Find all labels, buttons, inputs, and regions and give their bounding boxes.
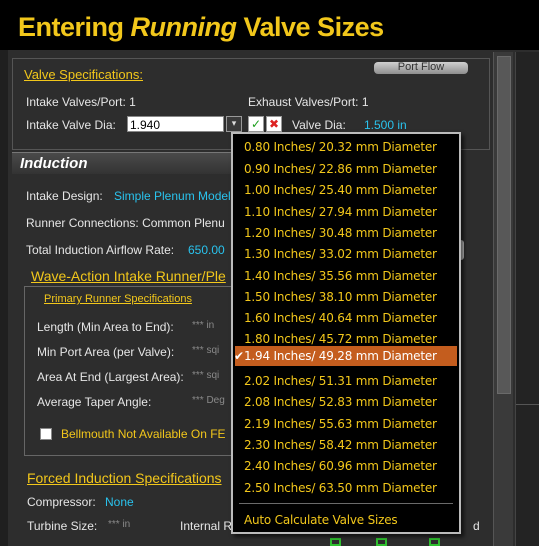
menu-item[interactable]: 1.10 Inches/ 27.94 mm Diameter [244,205,437,219]
internal-label: Internal R [180,519,233,533]
menu-item[interactable]: 2.08 Inches/ 52.83 mm Diameter [244,395,437,409]
forced-induction-header: Forced Induction Specifications [27,470,222,486]
intake-valve-dia-label: Intake Valve Dia: [26,118,116,132]
area-at-end-value: *** sqi [192,370,220,381]
checkmark-icon: ✔ [234,349,245,363]
panel-divider [516,404,539,405]
banner-suffix: Valve Sizes [236,12,384,42]
intake-valve-dia-input[interactable]: 1.940 [127,116,224,132]
turbine-size-label: Turbine Size: [27,519,98,533]
menu-item[interactable]: 2.30 Inches/ 58.42 mm Diameter [244,438,437,452]
bellmouth-label: Bellmouth Not Available On FE [61,427,226,441]
primary-runner-header: Primary Runner Specifications [44,293,192,305]
status-indicator [429,538,440,546]
exhaust-valves-port: Exhaust Valves/Port: 1 [248,95,369,109]
menu-item[interactable]: 0.80 Inches/ 20.32 mm Diameter [244,140,437,154]
menu-item[interactable]: 1.80 Inches/ 45.72 mm Diameter [244,332,437,346]
induction-section-title: Induction [12,152,264,174]
bellmouth-checkbox[interactable] [40,428,52,440]
intake-valves-port: Intake Valves/Port: 1 [26,95,136,109]
turbine-size-value: *** in [108,519,131,530]
total-airflow-label: Total Induction Airflow Rate: [26,243,175,257]
dropdown-button[interactable]: ▾ [226,116,242,132]
banner-italic: Running [130,12,237,42]
taper-angle-value: *** Deg [192,395,225,406]
menu-item-selected[interactable]: 1.94 Inches/ 49.28 mm Diameter [244,349,437,363]
runner-length-value: *** in [192,320,215,331]
menu-item[interactable]: 1.50 Inches/ 38.10 mm Diameter [244,290,437,304]
close-icon: ✖ [268,117,280,131]
banner-prefix: Entering [18,12,131,42]
intake-design-value[interactable]: Simple Plenum Model [114,189,231,203]
compressor-value[interactable]: None [105,495,134,509]
status-indicator [330,538,341,546]
total-airflow-value: 650.00 [188,243,225,257]
trailing-label: d [473,519,480,533]
cancel-button[interactable]: ✖ [266,116,282,132]
menu-item[interactable]: 1.60 Inches/ 40.64 mm Diameter [244,311,437,325]
menu-item[interactable]: 1.40 Inches/ 35.56 mm Diameter [244,269,437,283]
chevron-down-icon: ▾ [231,119,237,129]
min-port-area-label: Min Port Area (per Valve): [37,345,175,359]
runner-length-label: Length (Min Area to End): [37,320,174,334]
valve-dia-label: Valve Dia: [292,118,346,132]
menu-item[interactable]: 2.50 Inches/ 63.50 mm Diameter [244,481,437,495]
status-indicator [376,538,387,546]
menu-item[interactable]: 0.90 Inches/ 22.86 mm Diameter [244,162,437,176]
menu-item[interactable]: 2.19 Inches/ 55.63 mm Diameter [244,417,437,431]
area-at-end-label: Area At End (Largest Area): [37,370,184,384]
valve-dia-value: 1.500 in [364,118,407,132]
intake-design-label: Intake Design: [26,189,103,203]
port-flow-button[interactable]: Port Flow [374,62,468,74]
vertical-scrollbar[interactable] [493,52,513,546]
runner-connections: Runner Connections: Common Plenu [26,216,225,230]
wave-action-header: Wave-Action Intake Runner/Ple [31,268,226,284]
menu-item[interactable]: 1.00 Inches/ 25.40 mm Diameter [244,183,437,197]
menu-separator [239,503,453,504]
compressor-label: Compressor: [27,495,96,509]
scrollbar-thumb[interactable] [497,56,511,394]
accept-button[interactable]: ✓ [248,116,264,132]
tutorial-banner: Entering Running Valve Sizes [0,0,539,50]
menu-item[interactable]: 2.40 Inches/ 60.96 mm Diameter [244,459,437,473]
right-panel [515,52,539,546]
taper-angle-label: Average Taper Angle: [37,395,152,409]
min-port-area-value: *** sqi [192,345,220,356]
menu-item[interactable]: 2.02 Inches/ 51.31 mm Diameter [244,374,437,388]
valve-size-dropdown-menu: ✔ 0.80 Inches/ 20.32 mm Diameter 0.90 In… [231,132,461,534]
auto-calculate-menu-item[interactable]: Auto Calculate Valve Sizes [244,513,398,527]
menu-item[interactable]: 1.20 Inches/ 30.48 mm Diameter [244,226,437,240]
valve-specs-header: Valve Specifications: [24,67,143,82]
menu-item[interactable]: 1.30 Inches/ 33.02 mm Diameter [244,247,437,261]
check-pencil-icon: ✓ [250,117,262,131]
